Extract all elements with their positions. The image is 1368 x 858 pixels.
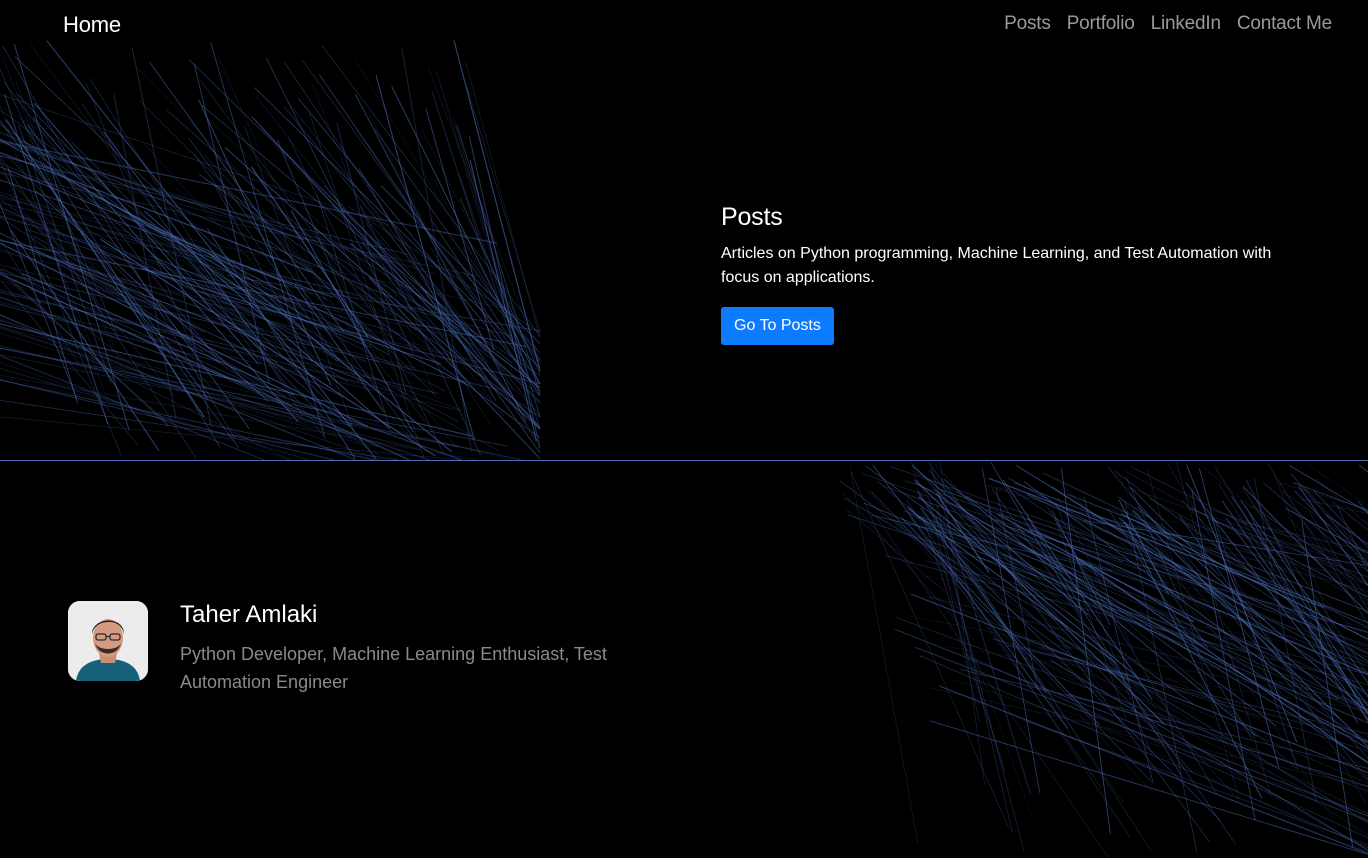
nav-link-posts[interactable]: Posts xyxy=(1004,13,1051,35)
author-tagline: Python Developer, Machine Learning Enthu… xyxy=(180,644,607,692)
nav-link-contact[interactable]: Contact Me xyxy=(1237,13,1332,35)
nav-home-link[interactable]: Home xyxy=(63,12,121,38)
nav-link-portfolio[interactable]: Portfolio xyxy=(1067,13,1135,35)
posts-heading: Posts xyxy=(721,203,783,231)
section-divider xyxy=(0,460,1368,461)
posts-description: Articles on Python programming, Machine … xyxy=(721,245,1272,286)
avatar xyxy=(68,601,148,681)
go-to-posts-button[interactable]: Go To Posts xyxy=(721,307,834,345)
nav-links: Posts Portfolio LinkedIn Contact Me xyxy=(1004,13,1332,35)
background-line-art xyxy=(0,40,1368,858)
posts-section: Posts Articles on Python programming, Ma… xyxy=(721,200,1301,345)
author-name: Taher Amlaki xyxy=(180,601,318,628)
navbar: Home Posts Portfolio LinkedIn Contact Me xyxy=(0,0,1368,52)
page: Home Posts Portfolio LinkedIn Contact Me… xyxy=(0,0,1368,858)
nav-link-linkedin[interactable]: LinkedIn xyxy=(1151,13,1221,35)
avatar-portrait-icon xyxy=(68,601,148,681)
